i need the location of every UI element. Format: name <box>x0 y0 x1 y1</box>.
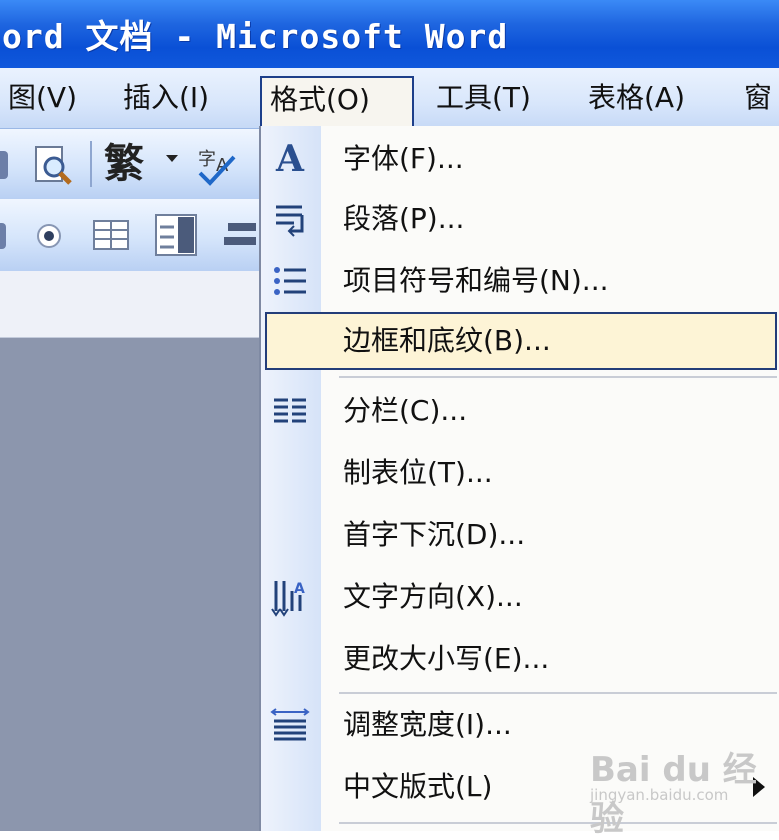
paragraph-icon <box>267 196 313 242</box>
fit-width-icon <box>267 702 313 748</box>
menu-item-label: 文字方向(X)... <box>343 580 523 613</box>
menu-item-label: 制表位(T)... <box>343 456 493 489</box>
menu-item-label: 项目符号和编号(N)... <box>343 264 609 297</box>
baidu-watermark: Bai du 经验 jingyan.baidu.com <box>590 750 757 839</box>
menu-item-label: 首字下沉(D)... <box>343 518 526 551</box>
menu-item-change-case[interactable]: 更改大小写(E)... <box>261 628 779 690</box>
form-field-icon[interactable] <box>154 213 198 261</box>
window-title: ord 文档 - Microsoft Word <box>2 17 509 56</box>
menu-item-label: 分栏(C)... <box>343 394 468 427</box>
menu-bar: 图(V) 插入(I) 格式(O) 工具(T) 表格(A) 窗 <box>0 68 779 129</box>
toolbar-separator <box>90 141 92 187</box>
ruler <box>0 271 262 338</box>
font-A-icon: A <box>276 138 304 180</box>
toolbar-edge-icon[interactable] <box>0 151 8 179</box>
radio-option-icon[interactable] <box>34 221 64 255</box>
menu-item-tabs[interactable]: 制表位(T)... <box>261 442 779 504</box>
print-preview-icon[interactable] <box>30 143 74 191</box>
menu-separator <box>339 376 777 378</box>
menu-item-label: 边框和底纹(B)... <box>343 324 551 357</box>
standard-toolbar: 繁 字 A <box>0 129 262 200</box>
menu-item-drop-cap[interactable]: 首字下沉(D)... <box>261 504 779 566</box>
translate-icon[interactable]: 字 A <box>194 143 240 191</box>
menu-item-font[interactable]: A 字体(F)... <box>261 128 779 190</box>
menu-format[interactable]: 格式(O) <box>260 76 414 128</box>
menu-item-text-direction[interactable]: A 文字方向(X)... <box>261 566 779 628</box>
table-icon[interactable] <box>92 219 130 255</box>
svg-text:A: A <box>294 581 305 597</box>
columns-icon <box>267 388 313 434</box>
title-bar: ord 文档 - Microsoft Word <box>0 0 779 68</box>
menu-item-paragraph[interactable]: 段落(P)... <box>261 188 779 250</box>
document-area <box>0 338 262 831</box>
menu-item-label: 更改大小写(E)... <box>343 642 550 675</box>
menu-item-borders-shading[interactable]: 边框和底纹(B)... <box>265 312 777 370</box>
format-menu: A 字体(F)... 段落(P)... 项目符号和编号(N)... 边框和底纹(… <box>259 126 779 831</box>
menu-item-bullets-numbering[interactable]: 项目符号和编号(N)... <box>261 250 779 312</box>
menu-item-label: 中文版式(L) <box>343 770 493 803</box>
menu-item-label: 调整宽度(I)... <box>343 708 512 741</box>
menu-tools[interactable]: 工具(T) <box>428 76 539 120</box>
menu-item-label: 字体(F)... <box>343 142 464 175</box>
chevron-down-icon[interactable] <box>166 155 178 162</box>
bullets-icon <box>267 258 313 304</box>
menu-item-label: 段落(P)... <box>343 202 465 235</box>
menu-item-columns[interactable]: 分栏(C)... <box>261 380 779 442</box>
text-direction-icon: A <box>267 574 313 620</box>
toolbar-edge-icon[interactable] <box>0 223 6 249</box>
menu-table[interactable]: 表格(A) <box>580 76 693 120</box>
svg-text:字: 字 <box>198 149 216 170</box>
menu-window[interactable]: 窗 <box>736 76 779 120</box>
menu-view[interactable]: 图(V) <box>0 76 85 120</box>
traditional-chinese-icon[interactable]: 繁 <box>104 139 144 189</box>
menu-insert[interactable]: 插入(I) <box>115 76 217 120</box>
formatting-toolbar <box>0 199 262 272</box>
align-icon[interactable] <box>222 219 258 255</box>
